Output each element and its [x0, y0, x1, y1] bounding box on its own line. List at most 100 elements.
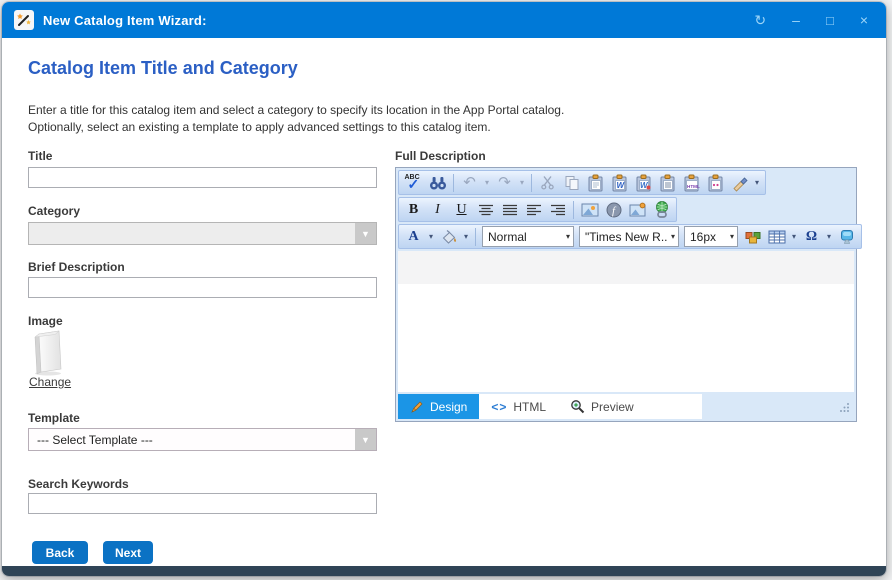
back-button[interactable]: Back [32, 541, 88, 564]
editor-resize-grip[interactable] [839, 402, 850, 413]
brief-description-input[interactable] [28, 277, 377, 298]
catalog-item-image [30, 327, 66, 377]
template-select[interactable]: --- Select Template --- ▼ [28, 428, 377, 451]
paragraph-style-select[interactable]: Normal ▾ [482, 226, 574, 247]
insert-symbol-button[interactable]: Ω [800, 226, 823, 247]
find-replace-button[interactable] [426, 172, 449, 193]
underline-button[interactable]: U [450, 199, 473, 220]
font-name-value: "Times New R... [585, 230, 668, 244]
paste-as-html-button[interactable]: HTML [680, 172, 703, 193]
copy-icon [564, 175, 580, 191]
search-keywords-input[interactable] [28, 493, 377, 514]
toolbar-separator [573, 201, 574, 219]
paste-as-html-icon: HTML [683, 174, 701, 192]
refresh-button[interactable]: ↻ [754, 13, 766, 27]
full-description-editor: ABC ✓ ↶ ▾ ↷ ▾ [395, 167, 857, 422]
editor-content-top [398, 251, 854, 284]
preview-magnifier-icon [570, 399, 585, 414]
insert-image-button[interactable] [578, 199, 601, 220]
editor-content[interactable] [398, 251, 854, 392]
page-title: Catalog Item Title and Category [28, 58, 298, 79]
tab-html-label: HTML [513, 400, 546, 414]
binoculars-icon [429, 175, 447, 191]
font-size-select[interactable]: 16px ▾ [684, 226, 738, 247]
category-select[interactable]: ▼ [28, 222, 377, 245]
bold-button[interactable]: B [402, 199, 425, 220]
page-description-line1: Enter a title for this catalog item and … [28, 102, 564, 119]
redo-button[interactable]: ↷ [493, 172, 516, 193]
redo-icon: ↷ [498, 175, 511, 190]
editor-toolbar-row-1: ABC ✓ ↶ ▾ ↷ ▾ [398, 170, 766, 195]
tab-preview-label: Preview [591, 400, 634, 414]
window-title: New Catalog Item Wizard: [43, 13, 207, 28]
redo-dropdown[interactable]: ▾ [517, 172, 527, 193]
paste-plain-text-button[interactable] [656, 172, 679, 193]
close-button[interactable]: × [860, 13, 868, 27]
insert-table-dropdown[interactable]: ▾ [789, 226, 799, 247]
undo-dropdown[interactable]: ▾ [482, 172, 492, 193]
toolbar-separator [453, 174, 454, 192]
hyperlink-button[interactable] [650, 199, 673, 220]
underline-icon: U [456, 202, 466, 218]
insert-flash-button[interactable]: f [602, 199, 625, 220]
full-description-label: Full Description [395, 149, 486, 163]
background-color-button[interactable] [437, 226, 460, 247]
paste-from-word-strip-font-icon: W [635, 174, 653, 192]
editor-toolbar-row-3: A ▾ ▾ Normal ▾ "Times New R... [398, 224, 862, 249]
about-button[interactable] [835, 226, 858, 247]
category-dropdown-arrow-icon[interactable]: ▼ [355, 223, 376, 244]
tab-preview[interactable]: Preview [558, 394, 646, 419]
change-image-link[interactable]: Change [29, 375, 71, 389]
maximize-button[interactable]: □ [826, 14, 834, 27]
font-color-dropdown[interactable]: ▾ [426, 226, 436, 247]
italic-button[interactable]: I [426, 199, 449, 220]
align-center-button[interactable] [474, 199, 497, 220]
format-stripper-icon [731, 174, 749, 192]
minimize-button[interactable]: – [792, 13, 800, 27]
align-right-button[interactable] [546, 199, 569, 220]
paste-from-word-strip-font-button[interactable]: W [632, 172, 655, 193]
image-manager-icon [629, 202, 647, 218]
insert-symbol-dropdown[interactable]: ▾ [824, 226, 834, 247]
tab-html[interactable]: <> HTML [479, 394, 558, 419]
align-center-icon [478, 203, 494, 217]
next-button[interactable]: Next [103, 541, 153, 564]
editor-toolbar-row-2: B I U [398, 197, 677, 222]
align-left-button[interactable] [522, 199, 545, 220]
align-justify-button[interactable] [498, 199, 521, 220]
insert-symbol-icon: Ω [806, 229, 817, 245]
background-color-dropdown[interactable]: ▾ [461, 226, 471, 247]
template-selected-value: --- Select Template --- [29, 433, 355, 447]
tab-design[interactable]: Design [398, 394, 479, 419]
toolbar-separator [531, 174, 532, 192]
paste-html-button[interactable] [704, 172, 727, 193]
insert-image-icon [581, 202, 599, 218]
svg-text:HTML: HTML [687, 184, 700, 189]
category-label: Category [28, 204, 80, 218]
insert-table-icon [768, 229, 786, 245]
spellcheck-button[interactable]: ABC ✓ [402, 172, 425, 193]
window-bottom-bar [2, 566, 886, 576]
wizard-window: New Catalog Item Wizard: ↻ – □ × Catalog… [2, 2, 886, 576]
page-description: Enter a title for this catalog item and … [28, 102, 564, 136]
apply-css-class-icon [744, 229, 762, 245]
title-input[interactable] [28, 167, 377, 188]
template-label: Template [28, 411, 80, 425]
image-manager-button[interactable] [626, 199, 649, 220]
wizard-body: Catalog Item Title and Category Enter a … [2, 38, 886, 566]
template-dropdown-arrow-icon[interactable]: ▼ [355, 429, 376, 450]
paragraph-style-arrow-icon: ▾ [563, 232, 570, 241]
cut-button[interactable] [536, 172, 559, 193]
font-name-select[interactable]: "Times New R... ▾ [579, 226, 679, 247]
font-color-button[interactable]: A [402, 226, 425, 247]
copy-button[interactable] [560, 172, 583, 193]
insert-table-button[interactable] [765, 226, 788, 247]
search-keywords-label: Search Keywords [28, 477, 129, 491]
html-brackets-icon: <> [491, 400, 507, 414]
paste-from-word-button[interactable]: B W [608, 172, 631, 193]
format-stripper-dropdown[interactable]: ▾ [752, 172, 762, 193]
paste-button[interactable] [584, 172, 607, 193]
format-stripper-button[interactable] [728, 172, 751, 193]
undo-button[interactable]: ↶ [458, 172, 481, 193]
apply-css-class-button[interactable] [741, 226, 764, 247]
